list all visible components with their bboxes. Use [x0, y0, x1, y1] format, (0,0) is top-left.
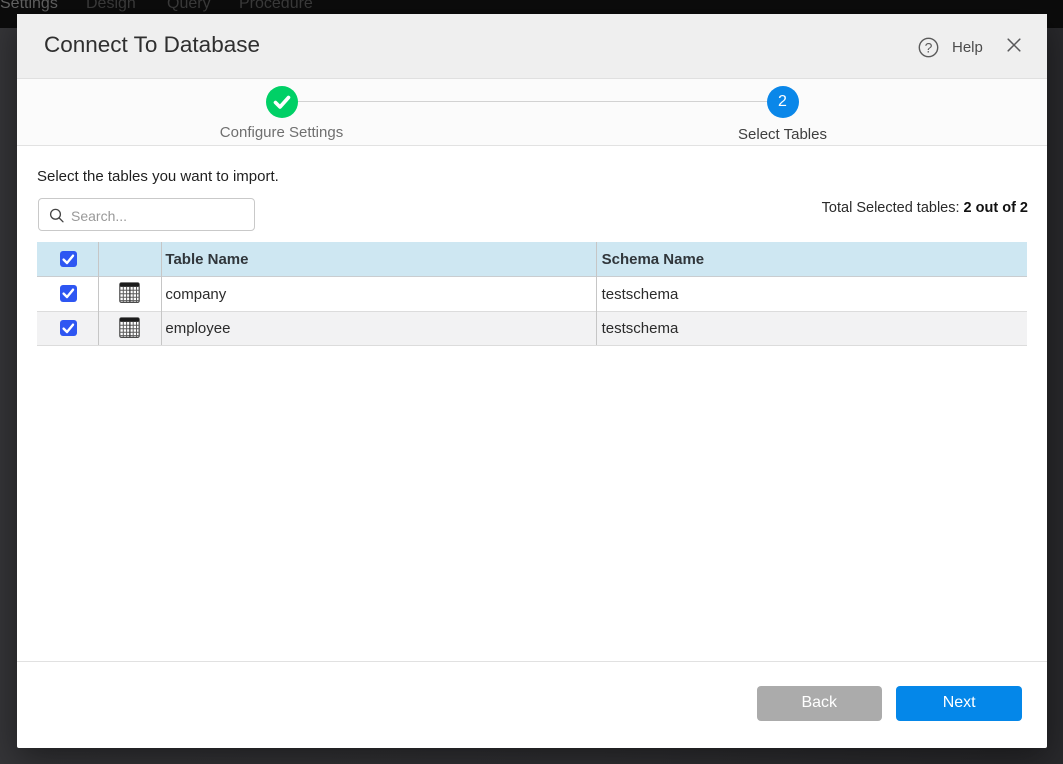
svg-text:?: ? [925, 39, 933, 55]
